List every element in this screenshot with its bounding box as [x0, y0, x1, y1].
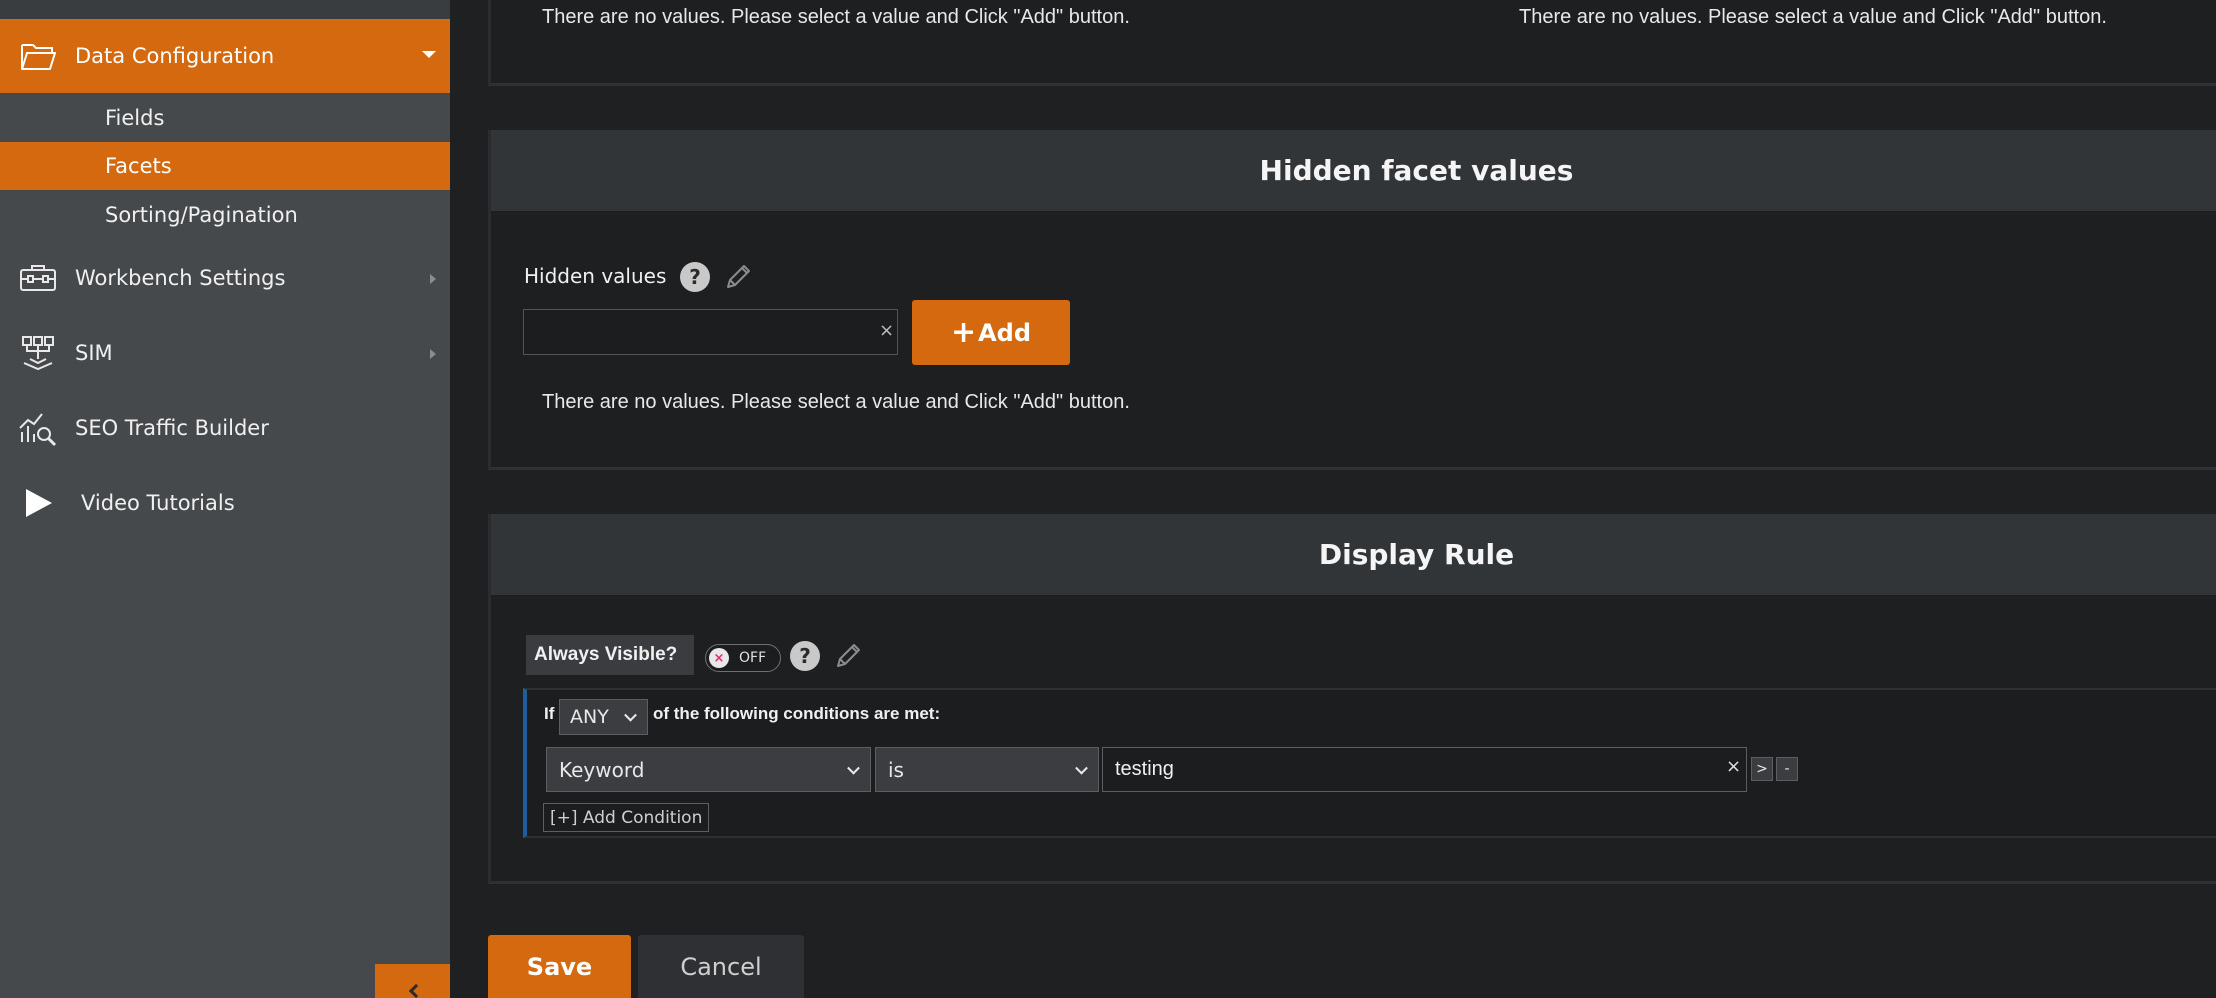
- sidebar-item-label: Video Tutorials: [81, 491, 235, 515]
- sim-network-icon: [22, 336, 54, 371]
- condition-value-input[interactable]: testing: [1102, 747, 1747, 792]
- sidebar-subitem-label: Facets: [105, 154, 172, 178]
- sidebar-item-label: Workbench Settings: [75, 266, 286, 290]
- condition-field-select[interactable]: Keyword: [546, 747, 871, 792]
- sidebar-item-seo-traffic-builder[interactable]: SEO Traffic Builder: [0, 398, 450, 458]
- chevron-down-icon: [1075, 761, 1088, 775]
- add-button-label: Add: [978, 318, 1032, 347]
- pencil-icon[interactable]: [722, 261, 754, 293]
- chevron-left-icon: [408, 983, 424, 998]
- add-button[interactable]: + Add: [912, 300, 1070, 365]
- condition-operator-value: is: [888, 757, 904, 782]
- sidebar-item-label: SEO Traffic Builder: [75, 416, 269, 440]
- help-icon[interactable]: ?: [790, 641, 820, 671]
- hidden-values-label: Hidden values: [524, 264, 667, 288]
- condition-value-text: testing: [1115, 758, 1174, 780]
- pencil-icon[interactable]: [832, 640, 864, 672]
- always-visible-label: Always Visible?: [526, 635, 694, 675]
- sidebar-item-label: SIM: [75, 341, 113, 365]
- panel-header: Hidden facet values: [491, 130, 2216, 211]
- chevron-down-icon: [624, 708, 637, 722]
- hidden-values-input[interactable]: [523, 309, 898, 355]
- sidebar-subitem-fields[interactable]: Fields: [0, 94, 450, 142]
- sidebar-subitem-facets[interactable]: Facets: [0, 142, 450, 190]
- chevron-right-icon: [430, 349, 436, 359]
- seo-chart-search-icon: [19, 413, 57, 447]
- condition-next-button[interactable]: >: [1751, 757, 1773, 781]
- toggle-state-label: OFF: [739, 650, 767, 666]
- if-label: If: [544, 704, 555, 723]
- empty-values-message: There are no values. Please select a val…: [542, 6, 1130, 28]
- clear-condition-value-icon[interactable]: ×: [1726, 756, 1741, 777]
- sidebar-item-workbench-settings[interactable]: Workbench Settings: [0, 248, 450, 308]
- hidden-facet-values-panel: Hidden facet values: [488, 130, 2216, 470]
- panel-title: Hidden facet values: [1259, 154, 1574, 187]
- sidebar: Data Configuration Fields Facets Sorting…: [0, 0, 450, 998]
- empty-values-message: There are no values. Please select a val…: [1519, 6, 2107, 28]
- save-button[interactable]: Save: [488, 935, 631, 998]
- always-visible-toggle[interactable]: × OFF: [705, 644, 781, 672]
- sidebar-subitem-label: Fields: [105, 106, 165, 130]
- sidebar-subitem-label: Sorting/Pagination: [105, 203, 298, 227]
- toolbox-icon: [20, 265, 56, 291]
- folder-open-icon: [21, 44, 56, 70]
- main-content: Hidden facet values Display Rule: [450, 0, 2216, 998]
- panel-title: Display Rule: [1318, 538, 1515, 571]
- sidebar-collapse-button[interactable]: [375, 964, 450, 998]
- condition-operator-select[interactable]: is: [875, 747, 1099, 792]
- conditions-description: of the following conditions are met:: [653, 704, 941, 723]
- sidebar-item-data-configuration[interactable]: Data Configuration: [0, 19, 450, 93]
- plus-icon: +: [950, 315, 977, 350]
- empty-values-message: There are no values. Please select a val…: [542, 391, 1130, 413]
- match-type-value: ANY: [570, 706, 609, 728]
- chevron-right-icon: [430, 274, 436, 284]
- sidebar-item-video-tutorials[interactable]: Video Tutorials: [0, 473, 450, 533]
- cancel-button[interactable]: Cancel: [638, 935, 804, 998]
- add-condition-button[interactable]: [+] Add Condition: [543, 803, 710, 832]
- panel-header: Display Rule: [491, 514, 2216, 595]
- sidebar-subitem-sorting-pagination[interactable]: Sorting/Pagination: [0, 191, 450, 239]
- sidebar-item-sim[interactable]: SIM: [0, 323, 450, 383]
- condition-remove-button[interactable]: -: [1776, 757, 1798, 781]
- clear-input-icon[interactable]: ×: [879, 320, 894, 341]
- help-icon[interactable]: ?: [680, 262, 710, 292]
- toggle-off-x-icon: ×: [709, 648, 729, 668]
- sidebar-top-strip: [0, 0, 450, 19]
- caret-down-icon: [422, 51, 436, 58]
- sidebar-item-label: Data Configuration: [75, 44, 275, 68]
- chevron-down-icon: [847, 761, 860, 775]
- match-type-select[interactable]: ANY: [559, 699, 648, 735]
- play-icon: [26, 489, 52, 517]
- condition-field-value: Keyword: [559, 757, 645, 782]
